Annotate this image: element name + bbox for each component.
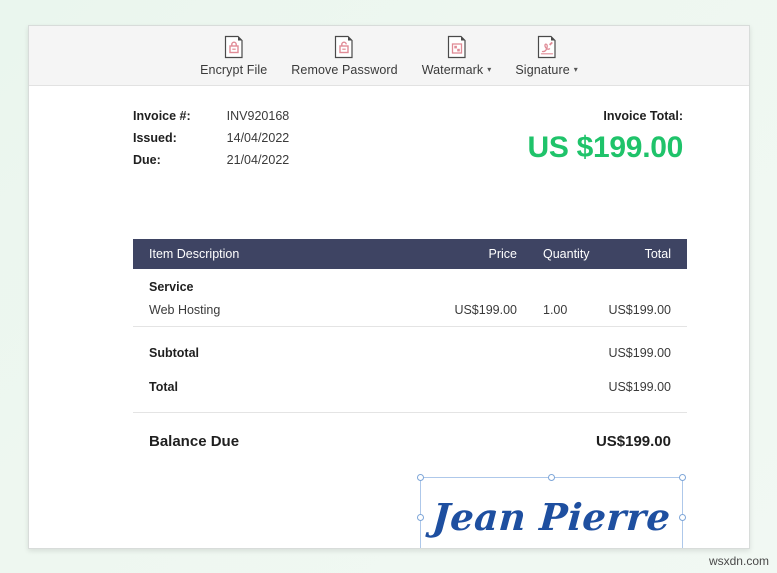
cell-price: US$199.00 bbox=[454, 303, 517, 317]
summary-row-total: Total US$199.00 bbox=[133, 370, 687, 404]
table-group-label: Service bbox=[149, 280, 194, 294]
column-header-quantity: Quantity bbox=[543, 247, 590, 261]
toolbar-button-remove-password[interactable]: Remove Password bbox=[279, 32, 409, 79]
meta-value-due: 21/04/2022 bbox=[226, 153, 290, 167]
toolbar-button-encrypt-file-label: Encrypt File bbox=[200, 63, 268, 77]
invoice-body: Invoice #: INV920168 Issued: 14/04/2022 … bbox=[29, 86, 749, 548]
site-watermark: wsxdn.com bbox=[708, 554, 769, 568]
table-header-row: Item Description Price Quantity Total bbox=[133, 239, 687, 269]
summary-label-subtotal: Subtotal bbox=[149, 346, 199, 360]
balance-due-row: Balance Due US$199.00 bbox=[133, 419, 687, 463]
toolbar-button-encrypt-file[interactable]: Encrypt File bbox=[188, 32, 279, 79]
signature-text: Signature bbox=[515, 62, 570, 77]
line-items-table: Item Description Price Quantity Total Se… bbox=[133, 239, 687, 463]
toolbar-button-watermark[interactable]: Watermark ▾ bbox=[410, 32, 504, 80]
page-background: Encrypt File Remove Password Watermark ▾… bbox=[0, 0, 777, 573]
meta-row-issued: Issued: 14/04/2022 bbox=[133, 132, 289, 154]
toolbar-button-signature-label: Signature ▾ bbox=[515, 63, 578, 78]
chevron-down-icon[interactable]: ▾ bbox=[487, 63, 491, 77]
invoice-total-amount: US $199.00 bbox=[527, 131, 684, 164]
cell-quantity: 1.00 bbox=[543, 303, 568, 317]
resize-handle-middle-right[interactable] bbox=[679, 513, 686, 521]
cell-description: Web Hosting bbox=[149, 303, 221, 317]
signature-selection-box[interactable]: Jean Pierre bbox=[417, 474, 686, 548]
resize-handle-top-left[interactable] bbox=[417, 474, 424, 481]
signature-text[interactable]: Jean Pierre bbox=[418, 478, 684, 548]
meta-row-due: Due: 21/04/2022 bbox=[133, 154, 289, 176]
summary-label-total: Total bbox=[149, 380, 178, 394]
balance-due-value: US$199.00 bbox=[595, 432, 671, 450]
signature-pen-icon bbox=[536, 35, 558, 59]
column-header-price: Price bbox=[488, 247, 517, 261]
meta-row-invoice-number: Invoice #: INV920168 bbox=[133, 110, 289, 132]
toolbar-button-signature[interactable]: Signature ▾ bbox=[503, 32, 590, 80]
summary-section: Subtotal US$199.00 Total US$199.00 bbox=[133, 327, 687, 413]
invoice-total-block: Invoice Total: US $199.00 bbox=[527, 109, 684, 167]
resize-handle-top-right[interactable] bbox=[679, 474, 686, 481]
watermark-text: Watermark bbox=[421, 62, 484, 77]
cell-total: US$199.00 bbox=[608, 303, 671, 317]
invoice-meta: Invoice #: INV920168 Issued: 14/04/2022 … bbox=[133, 110, 289, 176]
toolbar-button-remove-password-label: Remove Password bbox=[291, 63, 398, 77]
lock-document-icon bbox=[223, 35, 245, 59]
meta-value-issued: 14/04/2022 bbox=[226, 131, 290, 145]
balance-due-label: Balance Due bbox=[149, 432, 240, 450]
toolbar-button-watermark-label: Watermark ▾ bbox=[422, 63, 492, 78]
document-card: Encrypt File Remove Password Watermark ▾… bbox=[28, 25, 750, 549]
summary-row-subtotal: Subtotal US$199.00 bbox=[133, 336, 687, 370]
summary-value-total: US$199.00 bbox=[608, 380, 671, 394]
toolbar: Encrypt File Remove Password Watermark ▾… bbox=[29, 26, 749, 86]
unlock-document-icon bbox=[333, 35, 355, 59]
watermark-document-icon bbox=[446, 35, 468, 59]
invoice-total-label: Invoice Total: bbox=[603, 109, 683, 123]
meta-value-invoice-number: INV920168 bbox=[226, 109, 290, 123]
meta-key-due: Due: bbox=[133, 153, 161, 167]
resize-handle-middle-left[interactable] bbox=[417, 513, 424, 521]
table-row: Web Hosting US$199.00 1.00 US$199.00 bbox=[133, 294, 687, 327]
chevron-down-icon[interactable]: ▾ bbox=[574, 63, 578, 77]
meta-key-invoice-number: Invoice #: bbox=[133, 109, 191, 123]
column-header-description: Item Description bbox=[149, 247, 240, 261]
column-header-total: Total bbox=[644, 247, 671, 261]
resize-handle-top-center[interactable] bbox=[548, 474, 555, 481]
meta-key-issued: Issued: bbox=[133, 131, 177, 145]
summary-value-subtotal: US$199.00 bbox=[608, 346, 671, 360]
